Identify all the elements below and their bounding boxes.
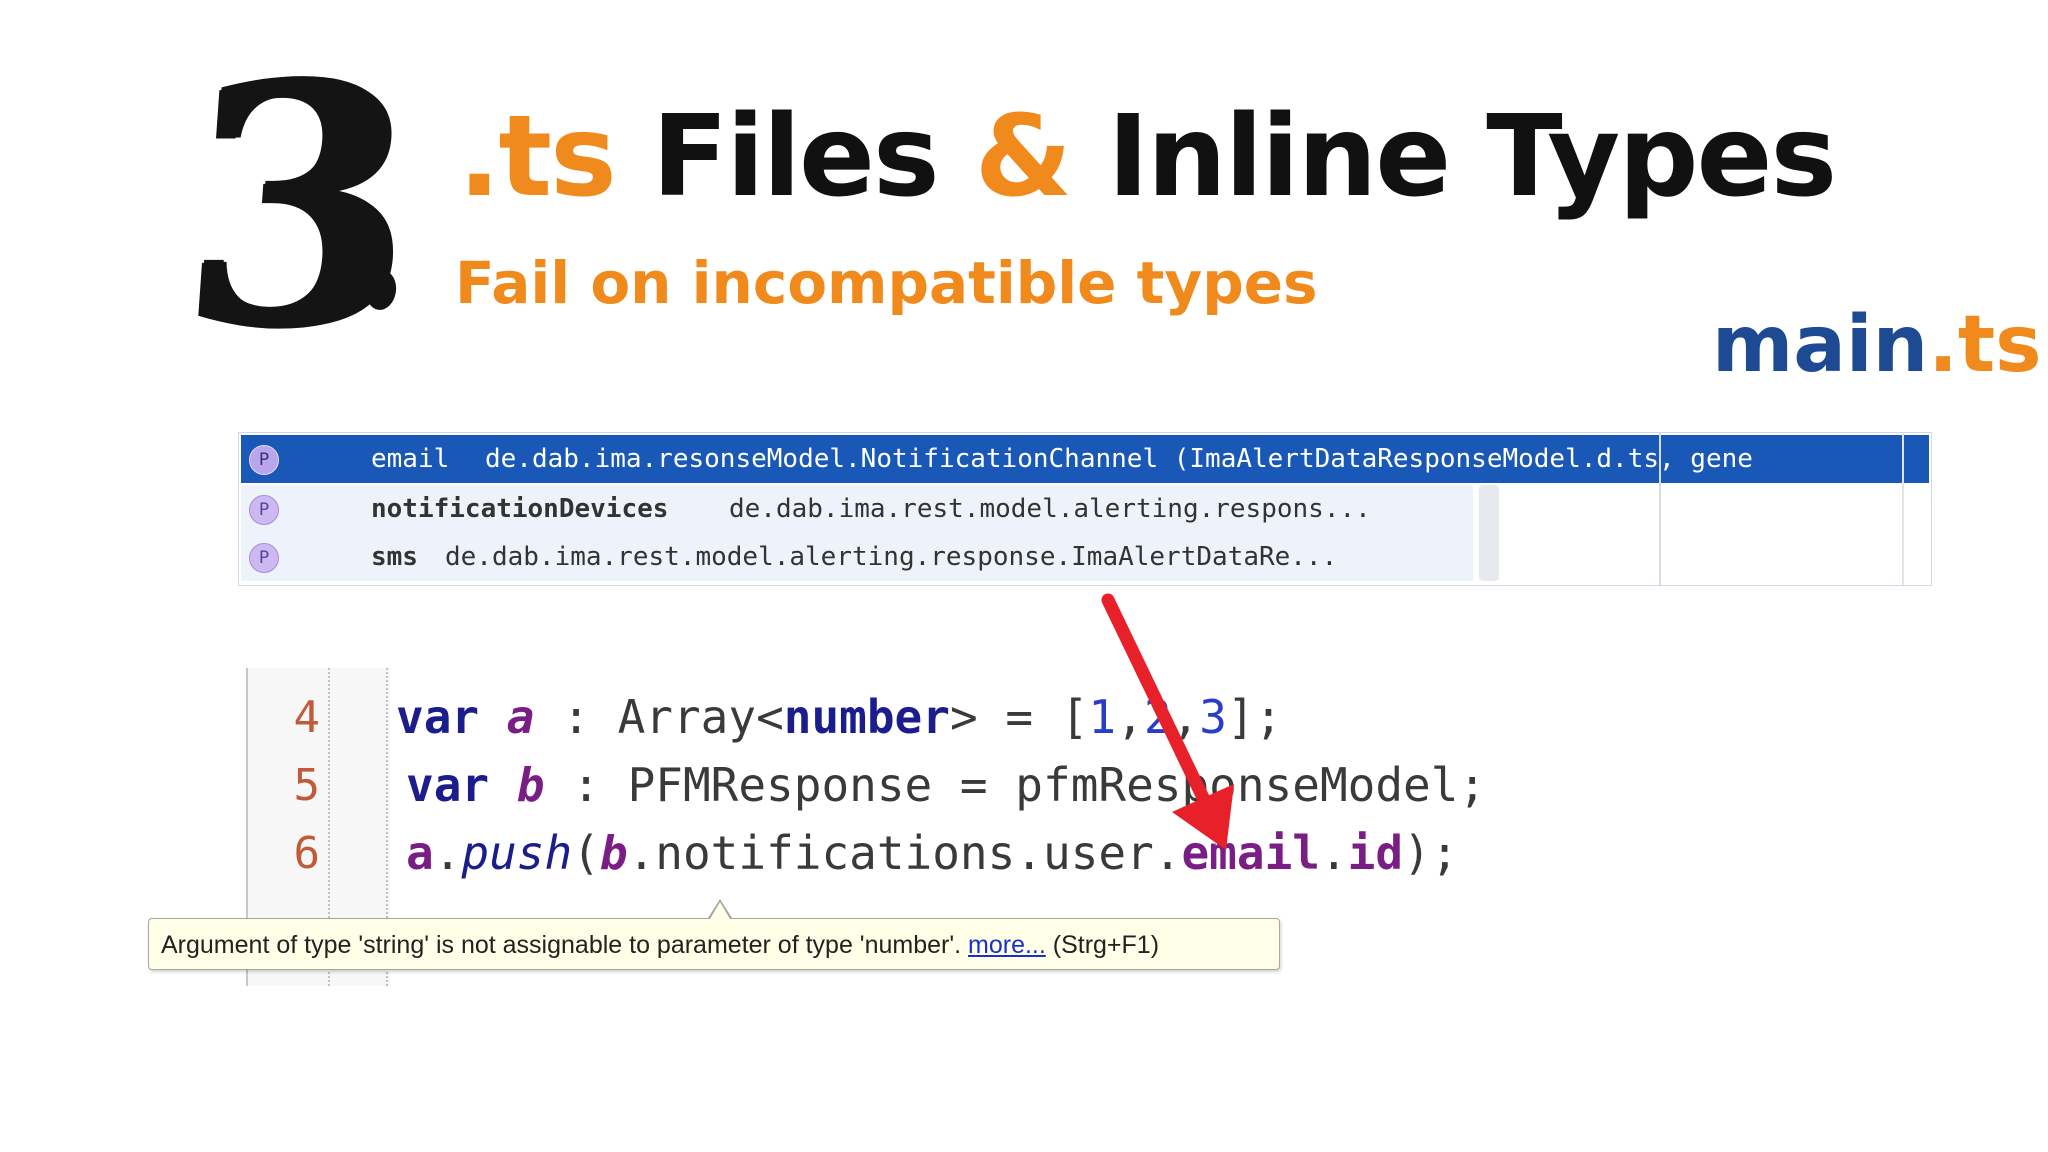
code-text: > = [ (949, 690, 1089, 744)
autocomplete-scrollbar[interactable] (1479, 485, 1499, 581)
popup-divider (1902, 433, 1904, 585)
autocomplete-item-email[interactable]: P email de.dab.ima.resonseModel.Notifica… (241, 435, 1929, 483)
code-text: : PFMResponse = pfmResponseModel; (544, 758, 1487, 812)
file-base-name: main (1712, 300, 1929, 390)
file-name-label: main.ts (1712, 300, 2042, 390)
code-text: ]; (1226, 690, 1283, 744)
popup-divider (1659, 433, 1661, 585)
autocomplete-item-name: notificationDevices (371, 494, 669, 524)
title-ts-extension: .ts (458, 92, 617, 222)
code-text: . (1319, 826, 1348, 880)
slide-subtitle: Fail on incompatible types (455, 249, 1318, 317)
tooltip-shortcut: (Strg+F1) (1045, 931, 1160, 959)
autocomplete-item-notificationdevices[interactable]: P notificationDevices de.dab.ima.rest.mo… (241, 485, 1473, 533)
code-text: ( (572, 826, 600, 880)
slide-title: .ts Files & Inline Types (458, 92, 1837, 222)
property-icon: P (249, 543, 279, 573)
tooltip-more-link[interactable]: more... (968, 931, 1046, 959)
tooltip-message: Argument of type 'string' is not assigna… (161, 931, 969, 959)
autocomplete-popup: P email de.dab.ima.resonseModel.Notifica… (238, 432, 1932, 586)
line-number: 4 (293, 692, 321, 743)
autocomplete-item-detail: de.dab.ima.resonseModel.NotificationChan… (485, 444, 1753, 474)
autocomplete-item-name: email (371, 444, 450, 474)
autocomplete-item-detail: de.dab.ima.rest.model.alerting.response.… (445, 542, 1338, 572)
title-inline-types: Inline Types (1070, 92, 1837, 222)
code-text: Array< (617, 690, 784, 744)
keyword: number (783, 690, 950, 744)
variable: b (516, 758, 545, 812)
variable: a (406, 826, 434, 880)
code-text: .notifications.user. (627, 826, 1182, 880)
number-literal: 1 (1088, 690, 1117, 744)
autocomplete-item-name: sms (371, 542, 418, 572)
line-number: 5 (293, 760, 321, 811)
keyword: var (396, 690, 480, 744)
code-line-5[interactable]: var b : PFMResponse = pfmResponseModel; (406, 758, 1486, 812)
tooltip-pointer (710, 902, 730, 919)
method-name: push (461, 826, 573, 880)
code-text: : (534, 690, 618, 744)
property-name: id (1347, 826, 1404, 880)
autocomplete-item-detail: de.dab.ima.rest.model.alerting.respons..… (729, 494, 1371, 524)
property-name: email (1181, 826, 1320, 880)
title-files: Files (614, 92, 975, 222)
code-line-6[interactable]: a.push(b.notifications.user.email.id); (406, 826, 1458, 880)
code-text: ); (1403, 826, 1459, 880)
slide-number: 3 (171, 11, 429, 399)
number-literal: 3 (1199, 690, 1227, 744)
autocomplete-item-sms[interactable]: P sms de.dab.ima.rest.model.alerting.res… (241, 533, 1473, 581)
number-literal: 2 (1143, 690, 1172, 744)
code-text: . (433, 826, 462, 880)
property-icon: P (249, 445, 279, 475)
file-extension: .ts (1928, 300, 2042, 390)
code-text: , (1171, 690, 1200, 744)
keyword: var (406, 758, 490, 812)
property-icon: P (249, 495, 279, 525)
error-tooltip: Argument of type 'string' is not assigna… (148, 918, 1280, 970)
variable: a (506, 690, 535, 744)
title-ampersand: & (974, 92, 1073, 222)
variable: b (599, 826, 628, 880)
code-text: , (1116, 690, 1144, 744)
code-line-4[interactable]: var a : Array<number> = [1,2,3]; (396, 690, 1282, 744)
line-number: 6 (293, 828, 321, 879)
